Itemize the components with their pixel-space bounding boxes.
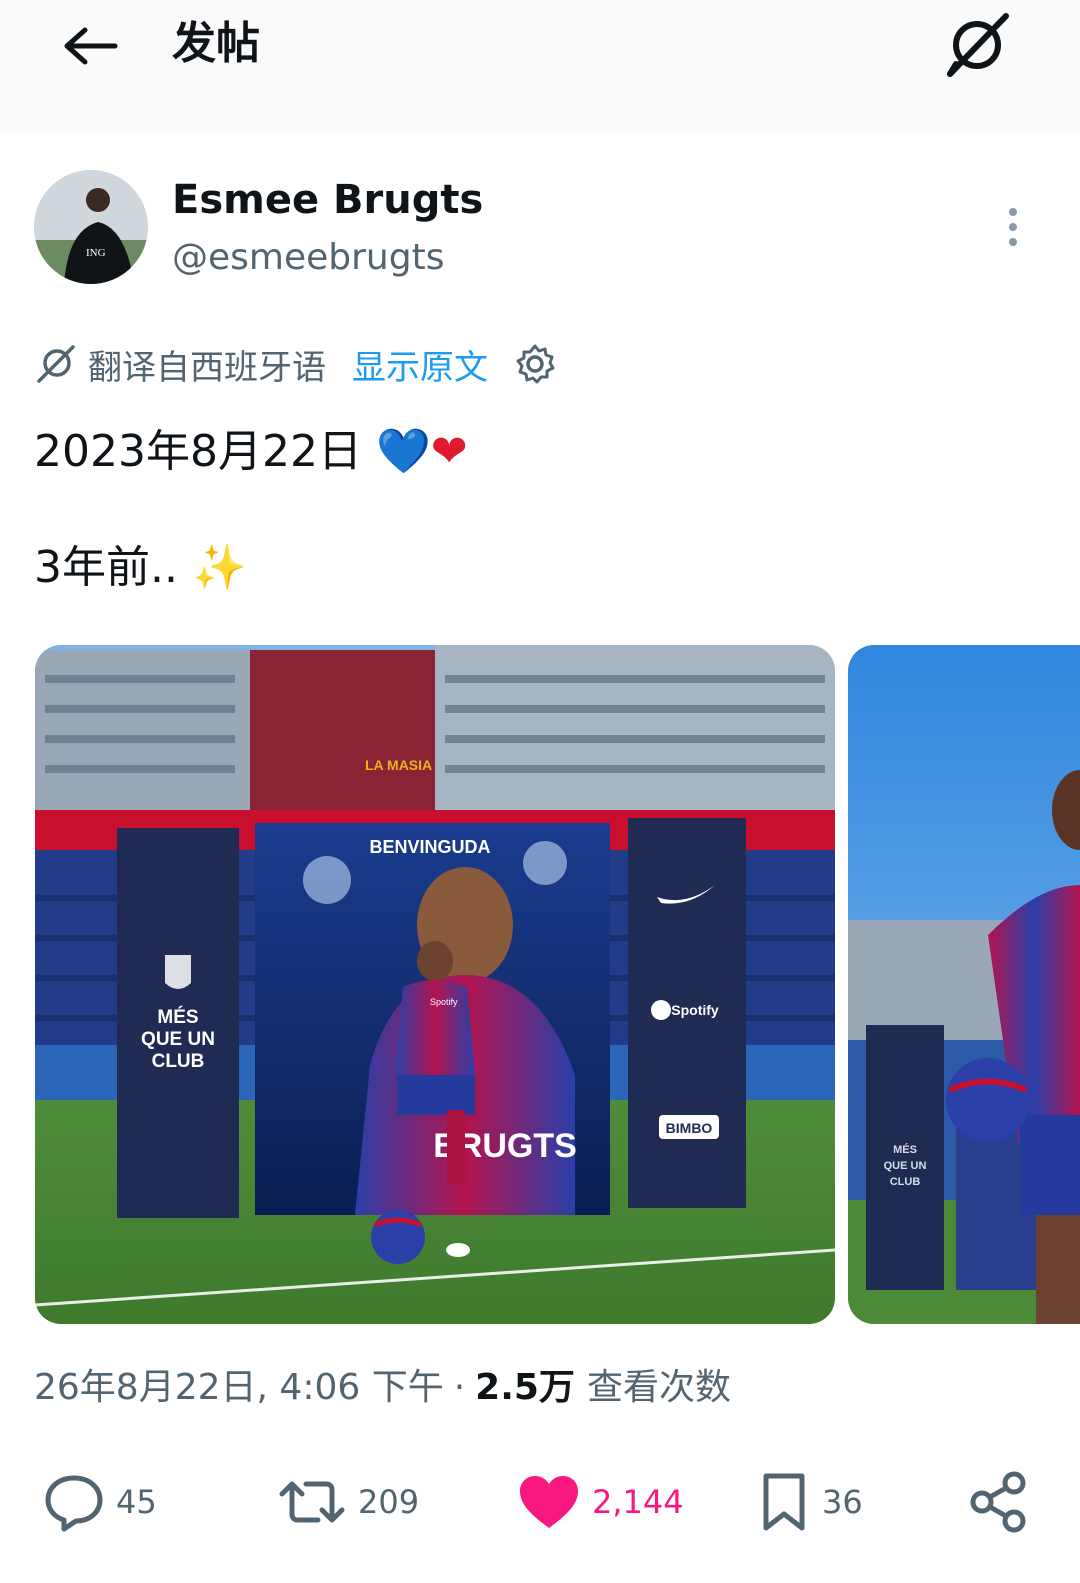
bookmark-button[interactable]: 36	[756, 1462, 863, 1542]
retweet-button[interactable]: 209	[276, 1462, 419, 1542]
left-panel-line-1: MÉS	[157, 1006, 198, 1028]
bookmark-count: 36	[822, 1483, 863, 1521]
action-bar: 45 209 2,144 36	[0, 1462, 1080, 1542]
jersey-sponsor: Spotify	[430, 997, 458, 1007]
tweet-date-text: 2023年8月22日	[34, 426, 362, 477]
translated-from-label: 翻译自西班牙语	[88, 347, 326, 388]
left-panel-line-3: CLUB	[152, 1051, 205, 1072]
translation-row: 翻译自西班牙语 显示原文	[34, 336, 558, 392]
heart-filled-icon	[520, 1476, 578, 1528]
second-panel-line-1: MÉS	[893, 1143, 917, 1156]
blue-heart-emoji: 💙	[375, 426, 431, 477]
gear-icon[interactable]	[512, 341, 558, 387]
back-button[interactable]	[58, 22, 124, 70]
sparkles-emoji: ✨	[191, 542, 247, 593]
second-panel-line-2: QUE UN	[884, 1160, 927, 1172]
tweet-image-2[interactable]: MÉS QUE UN CLUB	[848, 645, 1080, 1324]
share-button[interactable]	[966, 1462, 1032, 1542]
red-heart-emoji: ❤	[430, 426, 468, 477]
tweet-timestamp[interactable]: 26年8月22日, 4:06 下午	[34, 1360, 444, 1416]
show-original-link[interactable]: 显示原文	[352, 340, 488, 389]
retweet-count: 209	[358, 1483, 420, 1521]
meta-separator: ·	[453, 1367, 466, 1408]
tweet-image-1[interactable]: LA MASIA MÉS QUE UN CLUB BENVINGUDA BRUG…	[35, 645, 835, 1324]
second-panel-line-3: CLUB	[890, 1176, 921, 1188]
building-sign: LA MASIA	[365, 757, 432, 773]
tweet-text-line-1: 2023年8月22日 💙❤	[34, 424, 468, 480]
avatar-sponsor-text: ING	[86, 247, 106, 259]
page-title: 发帖	[172, 18, 260, 69]
reply-button[interactable]: 45	[42, 1462, 157, 1542]
bookmark-icon	[763, 1473, 805, 1531]
top-bar: 发帖	[0, 0, 1080, 135]
left-panel-line-2: QUE UN	[141, 1029, 215, 1050]
like-count: 2,144	[592, 1483, 684, 1521]
tweet-text-line-2: 3年前.. ✨	[34, 540, 247, 596]
more-options-button[interactable]	[990, 200, 1036, 254]
reply-icon	[45, 1475, 103, 1532]
views-count[interactable]: 2.5万	[475, 1360, 575, 1416]
share-icon	[970, 1471, 1026, 1533]
translate-toggle-button[interactable]	[940, 10, 1014, 80]
tweet-text: 3年前..	[34, 542, 178, 593]
reply-count: 45	[116, 1483, 157, 1521]
right-panel-sponsor-2: BIMBO	[666, 1120, 713, 1136]
author-name[interactable]: Esmee Brugts	[172, 176, 483, 224]
author-handle[interactable]: @esmeebrugts	[172, 236, 444, 280]
views-label: 查看次数	[586, 1367, 731, 1408]
like-button[interactable]: 2,144	[516, 1462, 684, 1542]
tweet-meta: 26年8月22日, 4:06 下午 · 2.5万 查看次数	[34, 1360, 731, 1416]
right-panel-sponsor-1: Spotify	[671, 1002, 719, 1018]
poster-banner-title: BENVINGUDA	[369, 837, 490, 857]
translate-slash-icon	[947, 13, 1009, 77]
arrow-left-icon	[64, 27, 118, 65]
retweet-icon	[279, 1481, 345, 1523]
translate-slash-icon	[34, 342, 78, 386]
more-vertical-icon	[1009, 208, 1017, 246]
avatar[interactable]: ING	[34, 170, 148, 284]
